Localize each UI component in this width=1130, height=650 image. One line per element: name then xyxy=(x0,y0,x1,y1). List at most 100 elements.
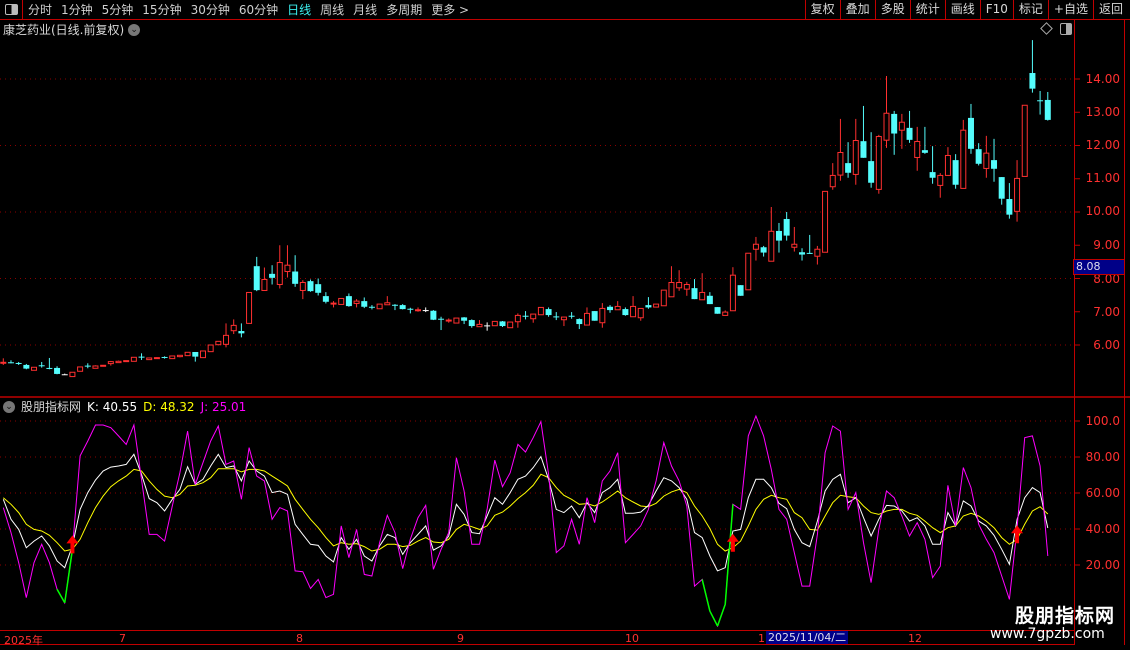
candle-body-down xyxy=(292,271,299,284)
candle-body-up xyxy=(69,371,76,378)
tab-60min[interactable]: 60分钟 xyxy=(239,1,278,18)
candle xyxy=(46,357,53,370)
candle-body-up xyxy=(599,307,606,324)
candle-body-down xyxy=(345,296,352,307)
candle-body-up xyxy=(130,356,137,362)
tab-more[interactable]: 更多 > xyxy=(431,1,469,18)
candle xyxy=(522,311,529,320)
candle-body-down xyxy=(368,306,375,308)
tab-15min[interactable]: 15分钟 xyxy=(142,1,181,18)
tab-fenshi[interactable]: 分时 xyxy=(28,1,52,18)
candle-body-down xyxy=(399,305,406,310)
price-tick: 12.00 xyxy=(1085,138,1120,152)
candle xyxy=(330,301,337,308)
candle xyxy=(998,177,1005,205)
tab-30min[interactable]: 30分钟 xyxy=(191,1,230,18)
candle-body-down xyxy=(23,364,30,369)
candle xyxy=(883,76,890,148)
kdj-tick: 60.00 xyxy=(1085,486,1120,500)
chevron-down-icon[interactable]: ⌄ xyxy=(3,400,15,413)
candle-body-down xyxy=(361,301,368,307)
candle xyxy=(77,366,84,372)
candle xyxy=(276,245,283,289)
statistics-button[interactable]: 统计 xyxy=(909,0,945,19)
kdj-tick: 100.0 xyxy=(1085,414,1120,428)
candle xyxy=(507,321,514,329)
candle xyxy=(967,103,974,154)
candle xyxy=(84,363,91,369)
candle xyxy=(668,266,675,298)
candle-body-up xyxy=(822,190,829,253)
chart-canvas[interactable] xyxy=(0,0,1130,650)
candle-body-down xyxy=(54,367,61,374)
back-button[interactable]: 返回 xyxy=(1092,0,1128,19)
candle xyxy=(415,307,422,312)
panel-toggle-icon[interactable] xyxy=(1060,23,1072,35)
candle-body-down xyxy=(706,295,713,305)
candle xyxy=(814,245,821,265)
tab-monthly[interactable]: 月线 xyxy=(353,1,377,18)
candle-body-up xyxy=(453,317,460,324)
tab-daily[interactable]: 日线 xyxy=(287,1,311,18)
candle-body-up xyxy=(338,297,345,305)
candle xyxy=(599,303,606,328)
candle xyxy=(683,281,690,296)
candle-body-down xyxy=(868,161,875,183)
tab-1min[interactable]: 1分钟 xyxy=(61,1,93,18)
candle-body-up xyxy=(752,243,759,250)
candle-body-up xyxy=(530,313,537,320)
candle xyxy=(161,356,168,359)
candle-body-up xyxy=(207,344,214,353)
candle-body-up xyxy=(814,248,821,257)
candle-body-down xyxy=(253,266,260,291)
chevron-down-icon[interactable]: ⌄ xyxy=(128,23,141,36)
multi-stock-button[interactable]: 多股 xyxy=(874,0,910,19)
candle-body-down xyxy=(553,316,560,318)
candle-body-down xyxy=(783,218,790,236)
candle-body-up xyxy=(637,307,644,319)
candle-body-down xyxy=(438,318,445,320)
candle xyxy=(230,319,237,335)
sidebar-toggle-icon[interactable] xyxy=(0,0,23,19)
candle-body-up xyxy=(376,303,383,310)
draw-line-button[interactable]: 画线 xyxy=(944,0,980,19)
tab-weekly[interactable]: 周线 xyxy=(320,1,344,18)
mark-button[interactable]: 标记 xyxy=(1012,0,1048,19)
restore-rights-button[interactable]: 复权 xyxy=(804,0,840,19)
date-tick: 8 xyxy=(296,632,303,645)
candle xyxy=(345,293,352,307)
candle-body-up xyxy=(583,312,590,326)
candle xyxy=(238,323,245,338)
candle xyxy=(699,273,706,301)
candle-body-up xyxy=(230,324,237,332)
candle-body-up xyxy=(630,305,637,318)
add-watchlist-button[interactable]: +自选 xyxy=(1047,0,1093,19)
candle xyxy=(737,285,744,296)
candle xyxy=(176,354,183,358)
candle-body-up xyxy=(537,306,544,316)
tab-5min[interactable]: 5分钟 xyxy=(102,1,134,18)
candle xyxy=(207,344,214,353)
candle-body-up xyxy=(261,278,268,291)
candle-body-up xyxy=(215,340,222,346)
overlay-button[interactable]: 叠加 xyxy=(839,0,875,19)
candle xyxy=(322,292,329,304)
candle-body-down xyxy=(967,117,974,149)
candle-body-up xyxy=(983,152,990,169)
candle xyxy=(676,270,683,291)
candle xyxy=(353,299,360,308)
j-negative-segment xyxy=(56,588,66,604)
candle xyxy=(799,248,806,261)
date-tick: 2025年 xyxy=(4,634,43,647)
candle xyxy=(31,366,38,371)
candle xyxy=(153,357,160,360)
f10-button[interactable]: F10 xyxy=(979,0,1013,19)
candle xyxy=(729,267,736,312)
date-tick: 7 xyxy=(119,632,126,645)
buy-signals xyxy=(66,525,1024,554)
j-negative-segment xyxy=(701,579,711,612)
tab-multi-period[interactable]: 多周期 xyxy=(386,1,422,18)
candle xyxy=(860,105,867,158)
candle-body-up xyxy=(199,350,206,359)
candle-body-up xyxy=(100,364,107,367)
